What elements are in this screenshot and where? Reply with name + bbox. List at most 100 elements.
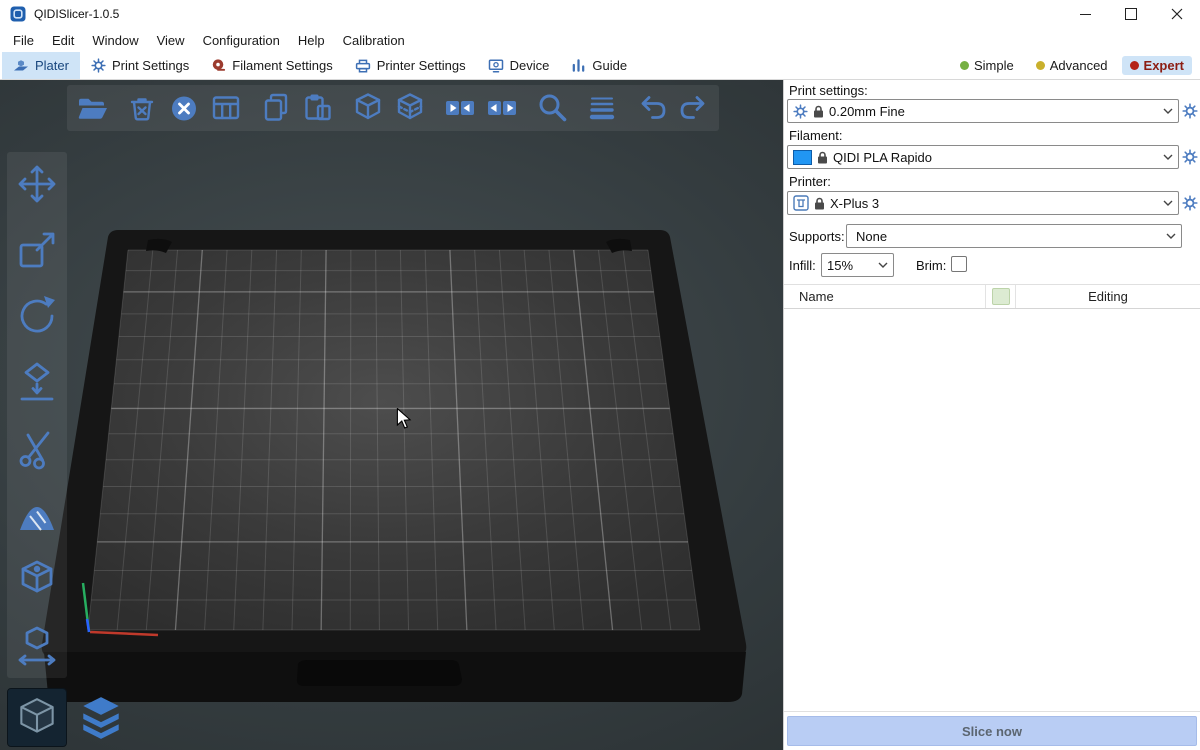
printer-icon: [793, 195, 809, 211]
minimize-icon: [1080, 14, 1091, 15]
gear-icon: [1182, 103, 1198, 119]
menu-window[interactable]: Window: [83, 30, 147, 51]
arrange-button[interactable]: [205, 87, 247, 129]
paste-icon: [301, 91, 335, 125]
mode-expert[interactable]: Expert: [1122, 56, 1192, 75]
measure-button[interactable]: [13, 622, 61, 670]
instances-out-icon: [485, 91, 519, 125]
printer-gear-button[interactable]: [1180, 192, 1200, 214]
close-icon: [1171, 8, 1183, 20]
paste-button[interactable]: [297, 87, 339, 129]
split-to-objects-button[interactable]: [347, 87, 389, 129]
tab-printer-settings[interactable]: Printer Settings: [344, 52, 477, 79]
infill-combo[interactable]: 15%: [821, 253, 894, 277]
slice-now-button[interactable]: Slice now: [787, 716, 1197, 746]
close-button[interactable]: [1154, 0, 1200, 28]
circle-x-icon: [167, 91, 201, 125]
cube-icon: [351, 91, 385, 125]
filament-value: QIDI PLA Rapido: [833, 150, 932, 165]
mode-advanced[interactable]: Advanced: [1028, 56, 1116, 75]
guide-icon: [571, 58, 586, 73]
tab-filament-settings[interactable]: Filament Settings: [200, 52, 343, 79]
menu-edit[interactable]: Edit: [43, 30, 83, 51]
arrange-grid-icon: [209, 91, 243, 125]
print-settings-combo[interactable]: 0.20mm Fine: [787, 99, 1179, 123]
preview-view-button[interactable]: [72, 689, 130, 746]
cut-button[interactable]: [13, 424, 61, 472]
layers-icon: [585, 91, 619, 125]
menu-calibration[interactable]: Calibration: [334, 30, 414, 51]
3d-cube-icon: [13, 694, 61, 742]
mode-simple[interactable]: Simple: [952, 56, 1022, 75]
tab-guide-label: Guide: [592, 58, 627, 73]
object-list-body[interactable]: [784, 309, 1200, 711]
variable-layer-height-button[interactable]: [581, 87, 623, 129]
filament-icon: [211, 58, 226, 73]
search-button[interactable]: [531, 87, 573, 129]
mode-selector: Simple Advanced Expert: [952, 52, 1200, 79]
undo-button[interactable]: [631, 87, 673, 129]
lock-icon: [817, 151, 828, 164]
sidebar: Print settings: 0.20mm Fine Filament: QI…: [783, 80, 1200, 750]
advanced-mode-dot-icon: [1036, 61, 1045, 70]
print-bed[interactable]: [0, 80, 783, 750]
supports-combo[interactable]: None: [846, 224, 1182, 248]
filament-color-swatch: [793, 150, 812, 165]
gear-icon: [91, 58, 106, 73]
object-list: Name Editing: [784, 284, 1200, 712]
printer-value: X-Plus 3: [830, 196, 879, 211]
printer-icon: [355, 58, 371, 74]
expert-mode-dot-icon: [1130, 61, 1139, 70]
filament-gear-button[interactable]: [1180, 146, 1200, 168]
object-list-header: Name Editing: [784, 285, 1200, 309]
split-to-parts-button[interactable]: [389, 87, 431, 129]
gear-icon: [1182, 149, 1198, 165]
view-mode-buttons: [8, 689, 130, 746]
open-project-button[interactable]: [71, 87, 113, 129]
printer-combo[interactable]: X-Plus 3: [787, 191, 1179, 215]
simple-mode-dot-icon: [960, 61, 969, 70]
editor-view-button[interactable]: [8, 689, 66, 746]
instances-in-icon: [443, 91, 477, 125]
scale-button[interactable]: [13, 226, 61, 274]
mode-advanced-label: Advanced: [1050, 58, 1108, 73]
copy-button[interactable]: [255, 87, 297, 129]
move-icon: [15, 162, 59, 206]
extruder-chip-icon: [992, 288, 1010, 305]
seam-painting-button[interactable]: [13, 556, 61, 604]
chevron-down-icon: [1159, 154, 1173, 160]
menu-configuration[interactable]: Configuration: [194, 30, 289, 51]
delete-button[interactable]: [121, 87, 163, 129]
minimize-button[interactable]: [1062, 0, 1108, 28]
menu-view[interactable]: View: [148, 30, 194, 51]
tab-device[interactable]: Device: [477, 52, 561, 79]
delete-all-button[interactable]: [163, 87, 205, 129]
tab-print-settings[interactable]: Print Settings: [80, 52, 200, 79]
print-settings-gear-button[interactable]: [1180, 100, 1200, 122]
move-button[interactable]: [13, 160, 61, 208]
tab-plater[interactable]: Plater: [2, 52, 80, 79]
add-instance-button[interactable]: [439, 87, 481, 129]
window-title: QIDISlicer-1.0.5: [34, 7, 119, 21]
left-toolbar: [7, 152, 67, 678]
preview-layers-icon: [76, 693, 126, 743]
print-settings-label: Print settings:: [789, 83, 868, 98]
maximize-button[interactable]: [1108, 0, 1154, 28]
brim-label: Brim:: [916, 258, 946, 273]
menu-file[interactable]: File: [4, 30, 43, 51]
supports-label: Supports:: [789, 229, 845, 244]
seam-cube-icon: [15, 558, 59, 602]
rotate-button[interactable]: [13, 292, 61, 340]
filament-combo[interactable]: QIDI PLA Rapido: [787, 145, 1179, 169]
flatten-icon: [15, 360, 59, 404]
tab-guide[interactable]: Guide: [560, 52, 638, 79]
menu-help[interactable]: Help: [289, 30, 334, 51]
redo-button[interactable]: [673, 87, 715, 129]
viewport-3d[interactable]: [0, 80, 783, 750]
place-on-face-button[interactable]: [13, 358, 61, 406]
remove-instance-button[interactable]: [481, 87, 523, 129]
brim-checkbox[interactable]: [951, 256, 967, 272]
menubar: File Edit Window View Configuration Help…: [0, 28, 1200, 52]
paint-on-supports-button[interactable]: [13, 490, 61, 538]
tab-plater-label: Plater: [35, 58, 69, 73]
